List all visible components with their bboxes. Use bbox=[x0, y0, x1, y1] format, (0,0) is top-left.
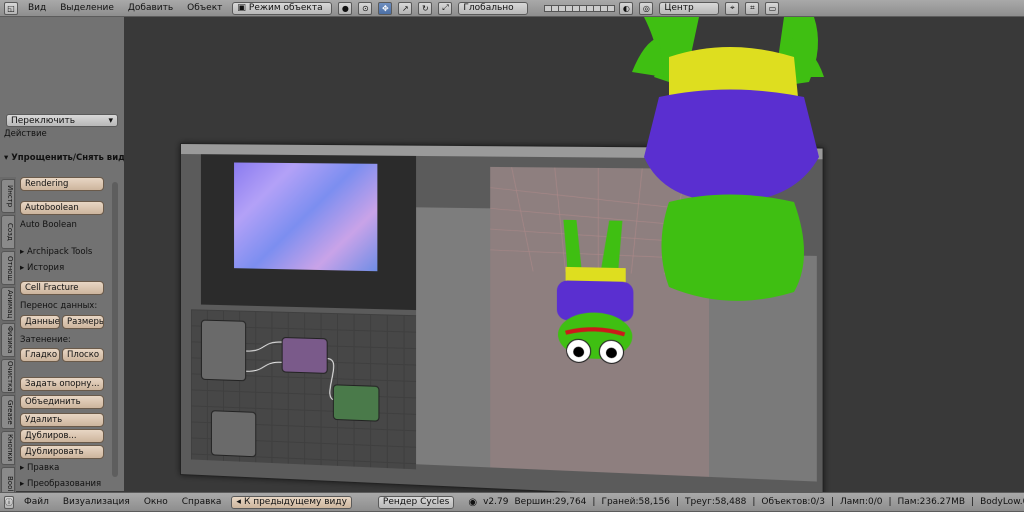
delete-button[interactable]: Удалить bbox=[20, 413, 104, 427]
tab-tools[interactable]: Инстр bbox=[1, 179, 15, 213]
status-lamps: Ламп:0/0 bbox=[839, 497, 883, 507]
status-faces: Граней:58,156 bbox=[601, 497, 670, 507]
snap-icon[interactable]: ⌖ bbox=[725, 1, 740, 15]
auto-boolean-label: Auto Boolean bbox=[20, 220, 77, 230]
data-transfer-label: Перенос данных: bbox=[20, 301, 98, 311]
camera-icon[interactable]: ▭ bbox=[765, 1, 780, 15]
back-icon: ◂ bbox=[236, 497, 241, 507]
history-label: История bbox=[26, 263, 65, 273]
orientation-label: Глобально bbox=[463, 3, 514, 13]
rotate-icon[interactable]: ↻ bbox=[418, 1, 433, 15]
section-3dview[interactable]: ▾ Упрощенить/Снять вид bbox=[4, 153, 126, 165]
object-mode-icon: ▣ bbox=[237, 3, 246, 13]
render-engine-select[interactable]: Рендер Cycles bbox=[377, 495, 455, 509]
image-editor-panel bbox=[200, 154, 417, 311]
menu-file[interactable]: Файл bbox=[20, 497, 53, 507]
duplicate-button[interactable]: Дублировать bbox=[20, 445, 104, 459]
pivot-label: Центр bbox=[664, 3, 694, 13]
node-editor-panel bbox=[190, 309, 417, 470]
shelf-tabs: Инстр Созд Отнош Анимац Физика Очистка G… bbox=[0, 177, 16, 507]
menu-help[interactable]: Справка bbox=[178, 497, 226, 507]
scale-icon[interactable]: ⤢ bbox=[438, 1, 453, 15]
inner-tool-shelf bbox=[416, 207, 491, 468]
frog-character bbox=[632, 17, 824, 301]
shelf-scrollbar[interactable] bbox=[112, 182, 118, 477]
tab-create[interactable]: Созд bbox=[1, 215, 15, 249]
data-button[interactable]: Данные bbox=[20, 315, 60, 329]
blender-logo-icon: ◉ bbox=[468, 496, 478, 508]
tab-buttons[interactable]: Кнопки bbox=[1, 431, 15, 465]
action-header: Действие bbox=[4, 129, 47, 139]
sphere-shading-icon[interactable]: ● bbox=[338, 1, 353, 15]
set-origin-button[interactable]: Задать опорну... bbox=[20, 377, 104, 391]
status-active-object: BodyLow.001 bbox=[980, 497, 1024, 507]
proportional-edit-icon[interactable]: ◎ bbox=[639, 1, 654, 15]
duplicate-linked-button[interactable]: Дублиров... bbox=[20, 429, 104, 443]
node-links bbox=[191, 309, 416, 469]
render-engine-label: Рендер Cycles bbox=[382, 497, 450, 507]
top-header: ◱ Вид Выделение Добавить Объект ▣ Режим … bbox=[0, 0, 1024, 17]
status-version: v2.79 bbox=[483, 497, 509, 507]
menu-view[interactable]: Вид bbox=[24, 3, 50, 13]
shading-label: Затенение: bbox=[20, 335, 71, 345]
manipulator-icon[interactable]: ✥ bbox=[378, 1, 393, 15]
menu-object[interactable]: Объект bbox=[183, 3, 226, 13]
tab-animation[interactable]: Анимац bbox=[1, 287, 15, 321]
status-tris: Треуг:58,488 bbox=[685, 497, 747, 507]
action-select[interactable]: Переключить ▾ bbox=[6, 114, 118, 127]
back-to-previous-label: К предыдущему виду bbox=[243, 497, 347, 507]
translate-icon[interactable]: ↗ bbox=[398, 1, 413, 15]
action-select-label: Переключить bbox=[11, 115, 76, 126]
menu-add[interactable]: Добавить bbox=[124, 3, 177, 13]
chevron-down-icon: ▾ bbox=[108, 115, 113, 126]
tool-shelf: Действие Переключить ▾ ▾ Упрощенить/Снят… bbox=[0, 17, 126, 507]
editor-type-icon[interactable]: ◱ bbox=[4, 1, 18, 15]
status-memory: Пам:236.27MB bbox=[897, 497, 966, 507]
tab-cleanup[interactable]: Очистка bbox=[1, 359, 15, 393]
tab-grease[interactable]: Grease bbox=[1, 395, 15, 429]
info-header: ⓘ Файл Визуализация Окно Справка ◂ К пре… bbox=[0, 492, 1024, 512]
transform-panel[interactable]: ▸ Преобразования bbox=[20, 479, 101, 489]
mode-select-label: Режим объекта bbox=[248, 3, 323, 13]
pivot-icon[interactable]: ⊙ bbox=[358, 1, 373, 15]
smooth-button[interactable]: Гладко bbox=[20, 348, 60, 362]
pivot-select[interactable]: Центр bbox=[659, 1, 720, 15]
menu-render[interactable]: Визуализация bbox=[59, 497, 134, 507]
autoboolean-button[interactable]: Autoboolean bbox=[20, 201, 104, 215]
mode-select[interactable]: ▣ Режим объекта bbox=[232, 1, 333, 15]
transform-label: Преобразования bbox=[26, 479, 102, 489]
normal-map-texture bbox=[234, 162, 378, 272]
layout-button[interactable]: Размеры bbox=[62, 315, 104, 329]
edit-label: Правка bbox=[26, 463, 60, 473]
cell-fracture-button[interactable]: Cell Fracture bbox=[20, 281, 104, 295]
flat-button[interactable]: Плоско bbox=[62, 348, 104, 362]
back-to-previous-button[interactable]: ◂ К предыдущему виду bbox=[231, 495, 352, 509]
status-objects: Объектов:0/3 bbox=[761, 497, 825, 507]
render-icon[interactable]: ◐ bbox=[619, 1, 634, 15]
rendering-button[interactable]: Rendering bbox=[20, 177, 104, 191]
orientation-select[interactable]: Глобально bbox=[458, 1, 529, 15]
layer-buttons-icon[interactable] bbox=[544, 4, 616, 12]
3d-viewport[interactable] bbox=[124, 17, 1024, 505]
snap-target-icon[interactable]: ⌗ bbox=[745, 1, 760, 15]
edit-panel[interactable]: ▸ Правка bbox=[20, 463, 59, 473]
menu-select[interactable]: Выделение bbox=[56, 3, 118, 13]
archipack-label: Archipack Tools bbox=[26, 247, 93, 257]
tab-physics[interactable]: Физика bbox=[1, 323, 15, 357]
section-3dview-label: Упрощенить/Снять вид bbox=[11, 153, 126, 163]
archipack-panel[interactable]: ▸ Archipack Tools bbox=[20, 247, 92, 257]
status-verts: Вершин:29,764 bbox=[514, 497, 587, 507]
info-editor-icon[interactable]: ⓘ bbox=[4, 495, 14, 509]
tab-relations[interactable]: Отнош bbox=[1, 251, 15, 285]
menu-window[interactable]: Окно bbox=[140, 497, 172, 507]
history-panel[interactable]: ▸ История bbox=[20, 263, 64, 273]
join-button[interactable]: Объединить bbox=[20, 395, 104, 409]
